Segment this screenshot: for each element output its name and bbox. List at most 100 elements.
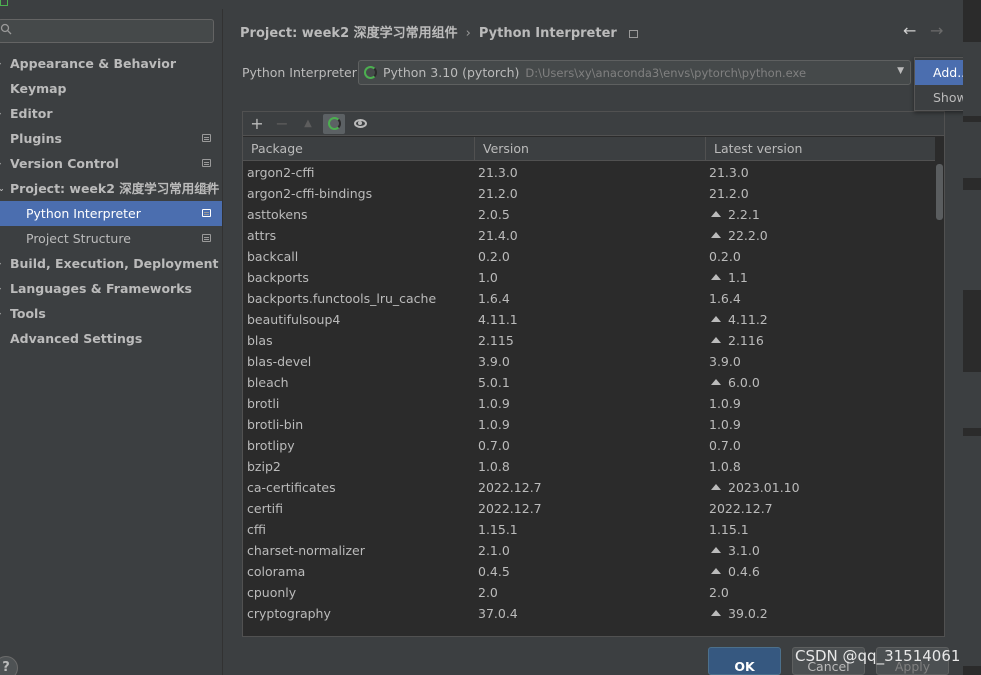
package-version-cell: 2.115 — [478, 333, 514, 348]
table-row[interactable]: argon2-cffi-bindings 21.2.0 21.2.0 — [243, 183, 935, 204]
expand-arrow-icon[interactable]: › — [0, 301, 1, 326]
upgrade-available-icon — [711, 211, 721, 217]
use-conda-toggle[interactable] — [323, 114, 345, 134]
table-row[interactable]: brotlipy 0.7.0 0.7.0 — [243, 435, 935, 456]
table-row[interactable]: blas-devel 3.9.0 3.9.0 — [243, 351, 935, 372]
sidebar-item-project-structure[interactable]: Project Structure — [0, 226, 222, 251]
sidebar-item-plugins[interactable]: Plugins — [0, 126, 222, 151]
collapse-arrow-icon[interactable]: ⌄ — [0, 176, 5, 201]
packages-table-body: argon2-cffi 21.3.0 21.3.0 argon2-cffi-bindi… — [243, 162, 935, 636]
sidebar-item-label: Version Control — [10, 156, 119, 171]
interpreter-select[interactable]: Python 3.10 (pytorch) D:\Users\xy\anacon… — [358, 60, 911, 85]
sidebar-item-label: Keymap — [10, 81, 67, 96]
table-row[interactable]: argon2-cffi 21.3.0 21.3.0 — [243, 162, 935, 183]
table-row[interactable]: cpuonly 2.0 2.0 — [243, 582, 935, 603]
table-row[interactable]: certifi 2022.12.7 2022.12.7 — [243, 498, 935, 519]
package-latest-version-cell: 21.3.0 — [709, 162, 749, 183]
package-name-cell: argon2-cffi — [247, 165, 315, 180]
sidebar-item-python-interpreter[interactable]: Python Interpreter — [0, 201, 222, 226]
upgrade-package-button[interactable]: ▲ — [297, 114, 319, 134]
package-latest-version-cell: 2.0 — [709, 582, 729, 603]
breadcrumb-separator: › — [465, 26, 471, 41]
project-settings-icon — [202, 209, 211, 217]
watermark: CSDN @qq_31514061 — [795, 647, 961, 665]
table-row[interactable]: cffi 1.15.1 1.15.1 — [243, 519, 935, 540]
sidebar-item-advanced-settings[interactable]: Advanced Settings — [0, 326, 222, 351]
expand-arrow-icon[interactable]: › — [0, 51, 1, 76]
sidebar-item-version-control[interactable]: › Version Control — [0, 151, 222, 176]
remove-package-button[interactable]: − — [271, 114, 293, 134]
package-version-cell: 0.2.0 — [478, 249, 510, 264]
expand-arrow-icon[interactable]: › — [0, 251, 1, 276]
table-row[interactable]: cryptography 37.0.4 39.0.2 — [243, 603, 935, 624]
sidebar-item-label: Python Interpreter — [26, 206, 141, 221]
back-arrow-icon[interactable]: ← — [903, 21, 916, 40]
table-row[interactable]: bleach 5.0.1 6.0.0 — [243, 372, 935, 393]
table-row[interactable]: beautifulsoup4 4.11.1 4.11.2 — [243, 309, 935, 330]
latest-version-text: 2.0 — [709, 585, 729, 600]
scrollbar-thumb[interactable] — [936, 164, 943, 220]
window-title-strip — [0, 0, 981, 9]
ok-button[interactable]: OK — [708, 647, 781, 675]
table-row[interactable]: asttokens 2.0.5 2.2.1 — [243, 204, 935, 225]
sidebar-item-label: Appearance & Behavior — [10, 56, 176, 71]
interpreter-path: D:\Users\xy\anaconda3\envs\pytorch\pytho… — [525, 66, 807, 80]
sidebar-item-editor[interactable]: › Editor — [0, 101, 222, 126]
expand-arrow-icon[interactable]: › — [0, 101, 1, 126]
settings-sidebar: › Appearance & Behavior Keymap › Editor … — [0, 9, 222, 675]
expand-arrow-icon[interactable]: › — [0, 276, 1, 301]
table-row[interactable]: brotli 1.0.9 1.0.9 — [243, 393, 935, 414]
forward-arrow-icon[interactable]: → — [930, 21, 943, 40]
background-block — [963, 436, 981, 666]
table-row[interactable]: colorama 0.4.5 0.4.6 — [243, 561, 935, 582]
sidebar-item-tools[interactable]: › Tools — [0, 301, 222, 326]
sidebar-item-label: Project: week2 深度学习常用组件 — [10, 181, 220, 196]
table-row[interactable]: ca-certificates 2022.12.7 2023.01.10 — [243, 477, 935, 498]
settings-search-input[interactable] — [0, 19, 214, 43]
table-row[interactable]: charset-normalizer 2.1.0 3.1.0 — [243, 540, 935, 561]
package-version-cell: 21.3.0 — [478, 165, 518, 180]
package-latest-version-cell: 0.2.0 — [709, 246, 741, 267]
column-header-package[interactable]: Package — [243, 137, 475, 161]
package-version-cell: 1.0.9 — [478, 417, 510, 432]
sidebar-item-label: Advanced Settings — [10, 331, 143, 346]
dropdown-arrow-icon[interactable]: ▼ — [897, 66, 904, 76]
sidebar-item-languages[interactable]: › Languages & Frameworks — [0, 276, 222, 301]
upgrade-available-icon — [711, 610, 721, 616]
sidebar-item-project[interactable]: ⌄ Project: week2 深度学习常用组件 — [0, 176, 222, 201]
table-row[interactable]: bzip2 1.0.8 1.0.8 — [243, 456, 935, 477]
background-window-strip — [963, 0, 981, 675]
package-name-cell: argon2-cffi-bindings — [247, 186, 373, 201]
table-row[interactable]: backcall 0.2.0 0.2.0 — [243, 246, 935, 267]
upgrade-available-icon — [711, 484, 721, 490]
package-latest-version-cell: 1.0.9 — [709, 393, 741, 414]
packages-scrollbar[interactable] — [935, 162, 944, 636]
package-latest-version-cell: 21.2.0 — [709, 183, 749, 204]
latest-version-text: 21.3.0 — [709, 165, 749, 180]
package-latest-version-cell: 1.0.8 — [709, 456, 741, 477]
table-row[interactable]: backports.functools_lru_cache 1.6.4 1.6.4 — [243, 288, 935, 309]
package-name-cell: bleach — [247, 375, 289, 390]
table-row[interactable]: blas 2.115 2.116 — [243, 330, 935, 351]
add-package-button[interactable]: + — [246, 114, 268, 134]
sidebar-item-keymap[interactable]: Keymap — [0, 76, 222, 101]
sidebar-item-build[interactable]: › Build, Execution, Deployment — [0, 251, 222, 276]
upgrade-available-icon — [711, 547, 721, 553]
column-header-latest-version[interactable]: Latest version — [706, 137, 935, 161]
background-block — [963, 122, 981, 178]
column-header-version[interactable]: Version — [475, 137, 706, 161]
sidebar-item-appearance[interactable]: › Appearance & Behavior — [0, 51, 222, 76]
breadcrumb-project[interactable]: Project: week2 深度学习常用组件 — [240, 26, 458, 41]
table-row[interactable]: attrs 21.4.0 22.2.0 — [243, 225, 935, 246]
expand-arrow-icon[interactable]: › — [0, 151, 1, 176]
package-latest-version-cell: 3.9.0 — [709, 351, 741, 372]
sidebar-item-label: Editor — [10, 106, 53, 121]
table-row[interactable]: backports 1.0 1.1 — [243, 267, 935, 288]
table-row[interactable]: brotli-bin 1.0.9 1.0.9 — [243, 414, 935, 435]
help-button[interactable]: ? — [0, 656, 18, 675]
show-early-releases-button[interactable] — [349, 114, 371, 134]
interpreter-label: Python Interpreter: — [242, 65, 361, 80]
upgrade-available-icon — [711, 337, 721, 343]
package-latest-version-cell: 2022.12.7 — [709, 498, 773, 519]
upgrade-available-icon — [711, 568, 721, 574]
